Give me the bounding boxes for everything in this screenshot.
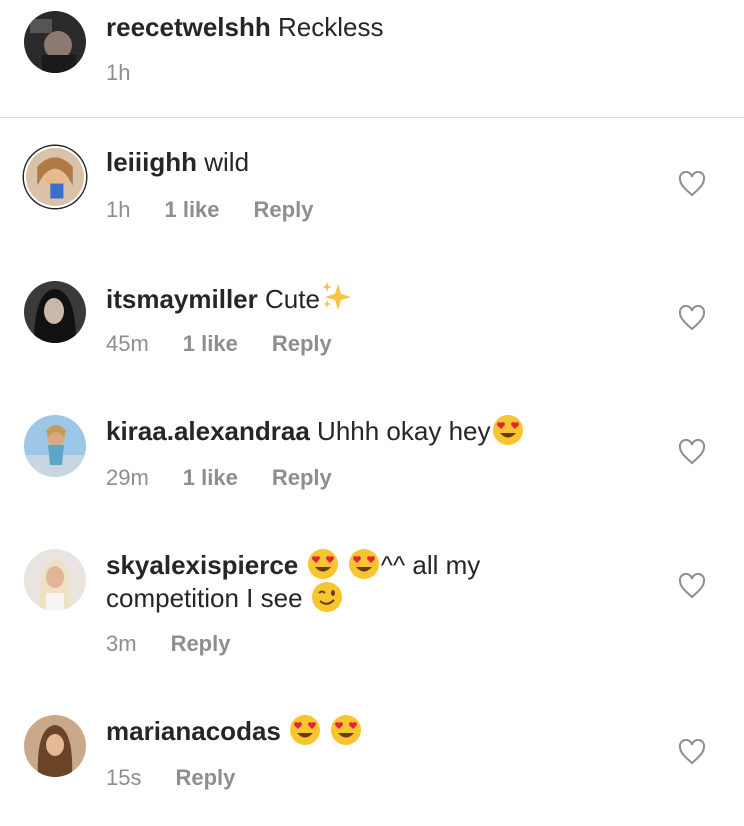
comment-meta: 15s Reply bbox=[106, 764, 235, 792]
heart-eyes-emoji bbox=[348, 548, 380, 580]
comment-body-line2: competition I see bbox=[106, 583, 303, 613]
avatar[interactable] bbox=[24, 715, 86, 777]
comment-username[interactable]: skyalexispierce bbox=[106, 550, 298, 580]
avatar[interactable] bbox=[24, 281, 86, 343]
reply-button[interactable]: Reply bbox=[171, 630, 231, 658]
caption-time: 1h bbox=[106, 60, 131, 85]
comment-username[interactable]: leiiighh bbox=[106, 147, 197, 177]
caption-body: Reckless bbox=[277, 12, 384, 42]
comment-username[interactable]: itsmaymiller bbox=[106, 284, 258, 314]
avatar[interactable] bbox=[24, 415, 86, 477]
comment-time: 3m bbox=[106, 631, 137, 656]
heart-outline-icon[interactable] bbox=[678, 171, 706, 197]
heart-eyes-emoji bbox=[492, 414, 524, 446]
avatar[interactable] bbox=[24, 146, 86, 208]
comment-body: ^^ all my bbox=[380, 550, 481, 580]
reply-button[interactable]: Reply bbox=[254, 196, 314, 224]
comment-meta: 3m Reply bbox=[106, 630, 230, 658]
comment-text: skyalexispierce ^^ all my competition I … bbox=[106, 548, 666, 614]
comment-time: 45m bbox=[106, 331, 149, 356]
comment-text: marianacodas bbox=[106, 714, 666, 747]
heart-outline-icon[interactable] bbox=[678, 305, 706, 331]
reply-button[interactable]: Reply bbox=[272, 330, 332, 358]
comment-text: kiraa.alexandraa Uhhh okay hey bbox=[106, 414, 666, 447]
caption-text: reecetwelshh Reckless bbox=[106, 11, 666, 43]
reply-button[interactable]: Reply bbox=[175, 764, 235, 792]
comment-username[interactable]: marianacodas bbox=[106, 716, 281, 746]
caption-username[interactable]: reecetwelshh bbox=[106, 12, 271, 42]
comment-likes[interactable]: 1 like bbox=[164, 196, 219, 224]
heart-eyes-emoji bbox=[289, 714, 321, 746]
comment-text: itsmaymiller Cute bbox=[106, 280, 666, 315]
comment-time: 15s bbox=[106, 765, 142, 790]
sparkles-emoji bbox=[320, 280, 352, 312]
comment-likes[interactable]: 1 like bbox=[183, 464, 238, 492]
comment-time: 1h bbox=[106, 197, 131, 222]
reply-button[interactable]: Reply bbox=[272, 464, 332, 492]
heart-outline-icon[interactable] bbox=[678, 739, 706, 765]
comment-body: wild bbox=[204, 147, 250, 177]
divider bbox=[0, 117, 744, 118]
comment-username[interactable]: kiraa.alexandraa bbox=[106, 416, 310, 446]
comment-meta: 1h 1 like Reply bbox=[106, 196, 313, 224]
caption-meta: 1h bbox=[106, 59, 164, 87]
heart-outline-icon[interactable] bbox=[678, 573, 706, 599]
avatar[interactable] bbox=[24, 11, 86, 73]
heart-outline-icon[interactable] bbox=[678, 439, 706, 465]
heart-eyes-emoji bbox=[330, 714, 362, 746]
comment-time: 29m bbox=[106, 465, 149, 490]
avatar[interactable] bbox=[24, 549, 86, 611]
heart-eyes-emoji bbox=[307, 548, 339, 580]
comment-body: Uhhh okay hey bbox=[317, 416, 491, 446]
post-caption: reecetwelshh Reckless 1h bbox=[0, 0, 744, 118]
comment-meta: 29m 1 like Reply bbox=[106, 464, 332, 492]
comment-meta: 45m 1 like Reply bbox=[106, 330, 332, 358]
comment-text: leiiighh wild bbox=[106, 146, 666, 178]
comment-likes[interactable]: 1 like bbox=[183, 330, 238, 358]
wink-emoji bbox=[311, 581, 343, 613]
comment-body: Cute bbox=[264, 284, 320, 314]
